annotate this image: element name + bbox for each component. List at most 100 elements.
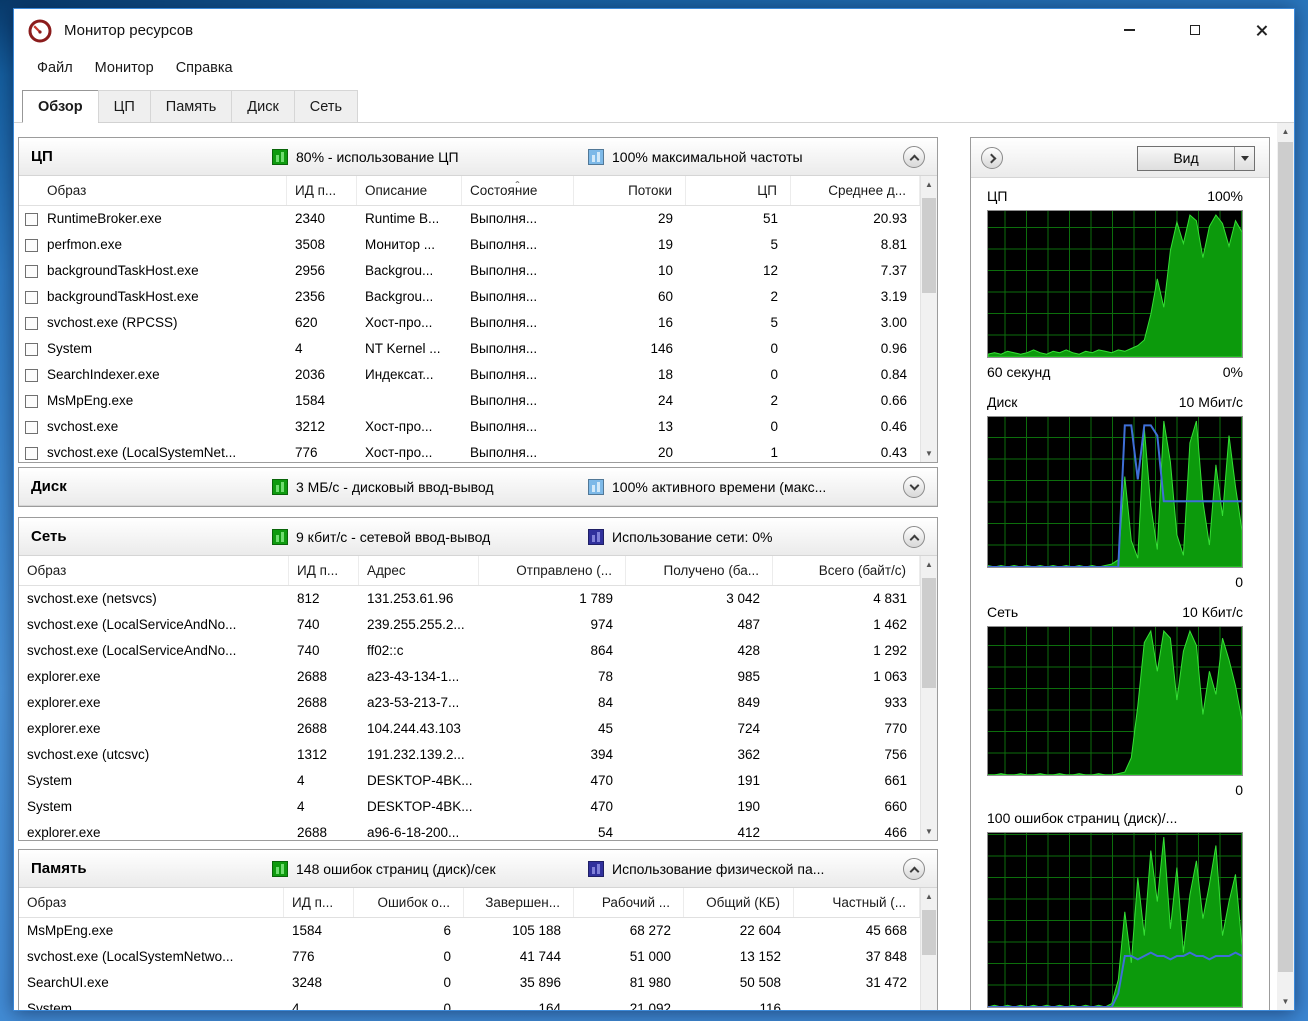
column-header-received[interactable]: Получено (ба... [626,556,773,585]
scroll-down-button[interactable]: ▼ [1277,993,1294,1010]
network-table-row[interactable]: explorer.exe 2688 a96-6-18-200... 54 412… [19,820,920,840]
network-table-row[interactable]: svchost.exe (LocalServiceAndNo... 740 ff… [19,638,920,664]
cpu-table-row[interactable]: svchost.exe (LocalSystemNet... 776 Хост-… [19,440,920,462]
network-table-row[interactable]: svchost.exe (netsvcs) 812 131.253.61.96 … [19,586,920,612]
scroll-up-button[interactable]: ▲ [921,176,937,193]
cpu-table-scrollbar[interactable]: ▲ ▼ [920,176,937,462]
memory-table-row[interactable]: svchost.exe (LocalSystemNetwo... 776 0 4… [19,944,920,970]
row-checkbox[interactable] [25,343,38,356]
overview-scrollbar[interactable]: ▲ ▼ [1277,123,1294,1010]
column-header-private[interactable]: Частный (... [794,888,920,917]
column-header-status[interactable]: ˆСостояние [462,176,574,205]
row-checkbox[interactable] [25,447,38,460]
scroll-up-button[interactable]: ▲ [1277,123,1294,140]
column-header-image[interactable]: Образ [19,556,289,585]
row-checkbox[interactable] [25,395,38,408]
view-dropdown-arrow[interactable] [1234,147,1254,170]
cpu-table-row[interactable]: backgroundTaskHost.exe 2356 Backgrou... … [19,284,920,310]
cpu-table-row[interactable]: svchost.exe (RPCSS) 620 Хост-про... Выпо… [19,310,920,336]
memory-table-scrollbar[interactable]: ▲ ▼ [920,888,937,1010]
cpu-table-row[interactable]: svchost.exe 3212 Хост-про... Выполня... … [19,414,920,440]
tab-overview[interactable]: Обзор [22,90,99,123]
menu-item[interactable]: Файл [26,55,84,81]
row-checkbox[interactable] [25,421,38,434]
cpu-table-row[interactable]: System 4 NT Kernel ... Выполня... 146 0 … [19,336,920,362]
column-header-image[interactable]: Образ [19,888,284,917]
menu-item[interactable]: Монитор [84,55,165,81]
network-table-row[interactable]: System 4 DESKTOP-4BK... 470 191 661 [19,768,920,794]
cpu-section-header[interactable]: ЦП 80% - использование ЦП 100% максималь… [19,138,937,176]
title-bar[interactable]: Монитор ресурсов [14,9,1294,51]
column-header-pid[interactable]: ИД п... [287,176,357,205]
row-checkbox[interactable] [25,317,38,330]
row-checkbox[interactable] [25,239,38,252]
scroll-down-button[interactable]: ▼ [921,823,937,840]
network-table-row[interactable]: svchost.exe (LocalServiceAndNo... 740 23… [19,612,920,638]
panel-expand-button[interactable] [981,147,1003,169]
cpu-table-row[interactable]: perfmon.exe 3508 Монитор ... Выполня... … [19,232,920,258]
column-header-avg-cpu[interactable]: Среднее д... [791,176,920,205]
column-header-sent[interactable]: Отправлено (... [479,556,626,585]
network-table-row[interactable]: System 4 DESKTOP-4BK... 470 190 660 [19,794,920,820]
cpu-table-row[interactable]: RuntimeBroker.exe 2340 Runtime B... Выпо… [19,206,920,232]
row-checkbox[interactable] [25,369,38,382]
menu-item[interactable]: Справка [165,55,244,81]
memory-table-row[interactable]: MsMpEng.exe 1584 6 105 188 68 272 22 604… [19,918,920,944]
scroll-thumb[interactable] [922,198,936,293]
process-pid: 1312 [289,742,359,768]
disk-expand-button[interactable] [903,476,925,498]
column-header-address[interactable]: Адрес [359,556,479,585]
network-table-row[interactable]: explorer.exe 2688 104.244.43.103 45 724 … [19,716,920,742]
column-header-cpu[interactable]: ЦП [686,176,791,205]
row-checkbox[interactable] [25,265,38,278]
process-pid: 2688 [289,664,359,690]
process-pid: 2356 [287,284,357,310]
network-table-row[interactable]: svchost.exe (utcsvc) 1312 191.232.139.2.… [19,742,920,768]
column-header-total[interactable]: Всего (байт/с) [773,556,920,585]
process-name: System [19,996,284,1010]
column-header-description[interactable]: Описание [357,176,462,205]
tab-network[interactable]: Сеть [294,90,358,122]
column-header-pid[interactable]: ИД п... [284,888,354,917]
network-table-scrollbar[interactable]: ▲ ▼ [920,556,937,840]
minimize-button[interactable] [1096,9,1162,51]
scroll-thumb[interactable] [922,578,936,688]
tab-cpu[interactable]: ЦП [98,90,151,122]
network-table-row[interactable]: explorer.exe 2688 a23-43-134-1... 78 985… [19,664,920,690]
memory-table-row[interactable]: SearchUI.exe 3248 0 35 896 81 980 50 508… [19,970,920,996]
maximize-button[interactable] [1162,9,1228,51]
tab-memory[interactable]: Память [150,90,233,122]
scroll-thumb[interactable] [922,910,936,955]
column-header-shareable[interactable]: Общий (КБ) [684,888,794,917]
column-header-working-set[interactable]: Рабочий ... [574,888,684,917]
memory-faults-chart [987,832,1243,1008]
disk-section-header[interactable]: Диск 3 МБ/с - дисковый ввод-вывод 100% а… [19,468,937,506]
memory-section-header[interactable]: Память 148 ошибок страниц (диск)/сек Исп… [19,850,937,888]
scroll-down-button[interactable]: ▼ [921,1007,937,1010]
process-name: MsMpEng.exe [47,388,133,414]
column-header-hard-faults[interactable]: Ошибок о... [354,888,464,917]
network-table-row[interactable]: explorer.exe 2688 a23-53-213-7... 84 849… [19,690,920,716]
network-collapse-button[interactable] [903,526,925,548]
cpu-table-row[interactable]: backgroundTaskHost.exe 2956 Backgrou... … [19,258,920,284]
scroll-up-button[interactable]: ▲ [921,888,937,905]
cpu-collapse-button[interactable] [903,146,925,168]
cpu-table-row[interactable]: SearchIndexer.exe 2036 Индексат... Выпол… [19,362,920,388]
row-checkbox[interactable] [25,291,38,304]
row-checkbox[interactable] [25,213,38,226]
tab-disk[interactable]: Диск [231,90,295,122]
cpu-table-row[interactable]: MsMpEng.exe 1584 Выполня... 24 2 0.66 [19,388,920,414]
column-header-pid[interactable]: ИД п... [289,556,359,585]
network-section-header[interactable]: Сеть 9 кбит/с - сетевой ввод-вывод Испол… [19,518,937,556]
close-button[interactable] [1228,9,1294,51]
process-pid: 3212 [287,414,357,440]
column-header-commit[interactable]: Завершен... [464,888,574,917]
scroll-up-button[interactable]: ▲ [921,556,937,573]
view-button[interactable]: Вид [1137,146,1255,171]
scroll-thumb[interactable] [1278,142,1293,972]
memory-table-row[interactable]: System 4 0 164 21 092 116 [19,996,920,1010]
column-header-image[interactable]: Образ [19,176,287,205]
scroll-down-button[interactable]: ▼ [921,445,937,462]
column-header-threads[interactable]: Потоки [574,176,686,205]
memory-collapse-button[interactable] [903,858,925,880]
